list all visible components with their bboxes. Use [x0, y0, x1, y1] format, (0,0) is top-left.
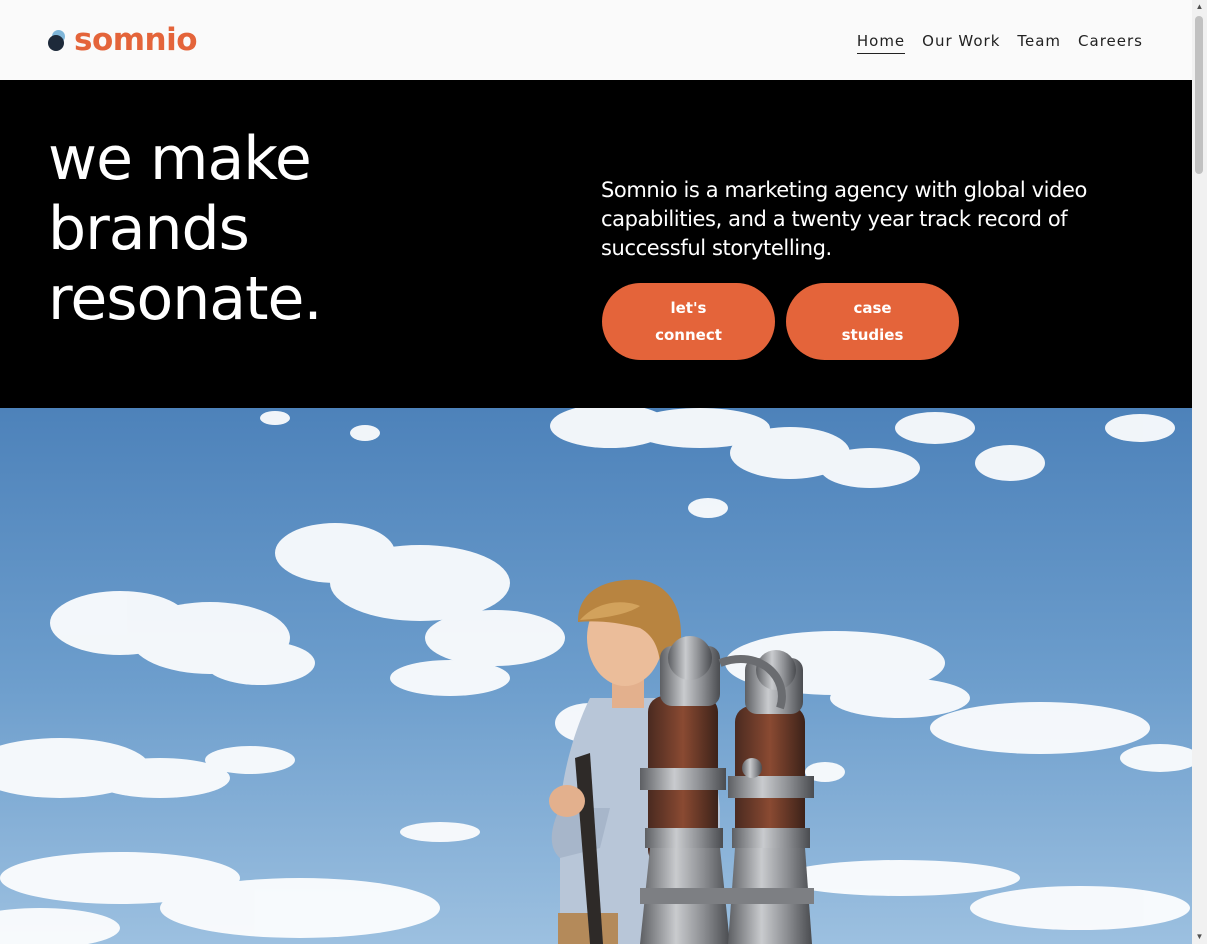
scrollbar-thumb[interactable]: [1195, 16, 1203, 174]
lets-connect-button[interactable]: let's connect: [602, 283, 775, 360]
hero-tagline: Somnio is a marketing agency with global…: [601, 178, 1087, 260]
scroll-down-arrow-icon[interactable]: ▼: [1192, 930, 1207, 944]
case-studies-button[interactable]: case studies: [786, 283, 959, 360]
nav-home[interactable]: Home: [856, 30, 906, 54]
logo-link[interactable]: somnio: [48, 22, 198, 58]
main-nav: Home Our Work Team Careers: [856, 30, 1143, 54]
logo-dots-icon: [48, 30, 68, 51]
scroll-up-arrow-icon[interactable]: ▲: [1192, 0, 1207, 14]
page-scrollbar[interactable]: ▲ ▼: [1192, 0, 1207, 944]
hero-section: we make brands resonate. Somnio is a mar…: [0, 80, 1192, 408]
site-header: somnio Home Our Work Team Careers: [0, 0, 1192, 80]
hero-headline: we make brands resonate.: [48, 124, 323, 334]
hero-photo: [0, 408, 1192, 944]
page: somnio Home Our Work Team Careers we mak…: [0, 0, 1207, 944]
nav-team[interactable]: Team: [1017, 30, 1061, 54]
nav-our-work[interactable]: Our Work: [922, 30, 1000, 54]
logo-wordmark: somnio: [74, 22, 198, 58]
boy-with-jetpack-image: [0, 408, 1192, 944]
nav-careers[interactable]: Careers: [1078, 30, 1143, 54]
